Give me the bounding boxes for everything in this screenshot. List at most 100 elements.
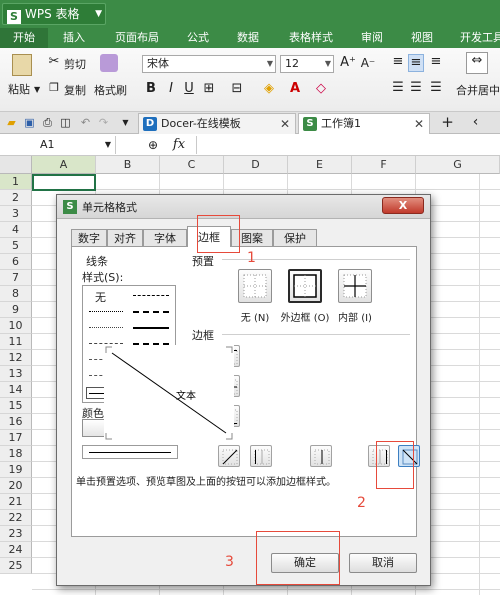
row-header[interactable]: 15 — [0, 398, 32, 414]
tab-table-style[interactable]: 表格样式 — [280, 28, 342, 48]
preset-none-button[interactable] — [238, 269, 272, 303]
row-header[interactable]: 3 — [0, 206, 32, 222]
row-header[interactable]: 4 — [0, 222, 32, 238]
scissors-icon[interactable]: ✂ — [46, 54, 62, 70]
row-header[interactable]: 13 — [0, 366, 32, 382]
selected-cell-a1[interactable] — [32, 174, 96, 191]
format-painter-icon[interactable] — [100, 54, 118, 72]
print-icon[interactable]: ⎙ — [40, 115, 55, 130]
merge-center-icon[interactable]: ⇔ — [466, 52, 488, 74]
row-header[interactable]: 2 — [0, 190, 32, 206]
tab-formulas[interactable]: 公式 — [178, 28, 218, 48]
line-style-option[interactable] — [133, 311, 169, 313]
border-icon[interactable]: ⊞ — [202, 81, 216, 97]
line-style-none[interactable]: 无 — [95, 289, 106, 305]
print-preview-icon[interactable]: ◫ — [58, 115, 73, 130]
undo-icon[interactable]: ↶ — [78, 115, 93, 130]
column-header-c[interactable]: C — [160, 156, 224, 174]
close-icon[interactable]: ✕ — [280, 114, 290, 134]
border-preview[interactable]: 文本 — [104, 345, 234, 441]
clear-format-icon[interactable]: ◇ — [314, 81, 328, 97]
border-middle-v-button[interactable] — [310, 445, 332, 467]
row-header[interactable]: 17 — [0, 430, 32, 446]
copy-button[interactable]: 复制 — [64, 82, 86, 98]
align-right-icon[interactable]: ☰ — [428, 80, 444, 96]
bold-button[interactable]: B — [144, 81, 158, 97]
app-menu-button[interactable]: S WPS 表格 ▼ — [2, 3, 106, 25]
scroll-tabs-icon[interactable]: ‹ — [468, 115, 483, 130]
new-tab-icon[interactable]: + — [440, 115, 455, 130]
chevron-down-icon[interactable]: ▼ — [34, 82, 40, 98]
line-style-option[interactable] — [89, 343, 123, 344]
align-top-icon[interactable]: ≡ — [390, 54, 406, 70]
tab-page-layout[interactable]: 页面布局 — [104, 28, 170, 48]
tab-developer[interactable]: 开发工具 — [452, 28, 500, 48]
merge-center-button[interactable]: 合并居中 — [456, 82, 500, 98]
row-header[interactable]: 6 — [0, 254, 32, 270]
row-header[interactable]: 25 — [0, 558, 32, 574]
merge-cells-icon[interactable]: ⊟ — [230, 81, 244, 97]
column-header-b[interactable]: B — [96, 156, 160, 174]
close-button[interactable]: X — [382, 197, 424, 214]
paste-icon[interactable] — [12, 54, 32, 76]
tab-data[interactable]: 数据 — [228, 28, 268, 48]
align-bottom-icon[interactable]: ≡ — [428, 54, 444, 70]
row-header[interactable]: 20 — [0, 478, 32, 494]
row-header[interactable]: 7 — [0, 270, 32, 286]
cancel-button[interactable]: 取消 — [349, 553, 417, 573]
redo-icon[interactable]: ↷ — [96, 115, 111, 130]
row-header[interactable]: 12 — [0, 350, 32, 366]
line-style-option[interactable] — [133, 327, 169, 329]
close-icon[interactable]: ✕ — [414, 114, 424, 134]
preset-outline-button[interactable] — [288, 269, 322, 303]
zoom-icon[interactable]: ⊕ — [146, 137, 160, 153]
open-folder-icon[interactable]: ▰ — [4, 115, 19, 130]
row-header[interactable]: 5 — [0, 238, 32, 254]
tab-number[interactable]: 数字 — [71, 229, 107, 247]
name-box[interactable]: A1 ▼ — [0, 136, 116, 154]
column-header-g[interactable]: G — [416, 156, 500, 174]
row-header[interactable]: 19 — [0, 462, 32, 478]
format-painter-button[interactable]: 格式刷 — [94, 82, 127, 98]
row-header[interactable]: 21 — [0, 494, 32, 510]
row-header[interactable]: 1 — [0, 174, 32, 190]
underline-button[interactable]: U — [182, 81, 196, 97]
tab-alignment[interactable]: 对齐 — [107, 229, 143, 247]
column-header-a[interactable]: A — [32, 156, 96, 174]
row-header[interactable]: 22 — [0, 510, 32, 526]
align-left-icon[interactable]: ☰ — [390, 80, 406, 96]
font-size-select[interactable]: 12 ▼ — [280, 55, 334, 73]
line-style-option[interactable] — [89, 311, 123, 312]
column-header-f[interactable]: F — [352, 156, 416, 174]
increase-font-icon[interactable]: A⁺ — [340, 55, 356, 71]
border-left-button[interactable] — [250, 445, 272, 467]
formula-input[interactable] — [196, 136, 500, 154]
row-header[interactable]: 11 — [0, 334, 32, 350]
row-header[interactable]: 8 — [0, 286, 32, 302]
preset-inside-button[interactable] — [338, 269, 372, 303]
border-diagonal-up-button[interactable] — [218, 445, 240, 467]
row-header[interactable]: 24 — [0, 542, 32, 558]
font-color-icon[interactable]: A — [288, 81, 302, 97]
chevron-down-icon[interactable]: ▼ — [118, 115, 133, 130]
row-header[interactable]: 10 — [0, 318, 32, 334]
row-header[interactable]: 9 — [0, 302, 32, 318]
tab-home[interactable]: 开始 — [0, 28, 48, 48]
fill-color-icon[interactable]: ◈ — [262, 81, 276, 97]
column-header-d[interactable]: D — [224, 156, 288, 174]
tab-review[interactable]: 审阅 — [352, 28, 392, 48]
select-all-corner[interactable] — [0, 156, 32, 174]
doc-tab-docer[interactable]: D Docer-在线模板 ✕ — [138, 113, 296, 134]
save-icon[interactable]: ▣ — [22, 115, 37, 130]
font-name-select[interactable]: 宋体 ▼ — [142, 55, 276, 73]
row-header[interactable]: 23 — [0, 526, 32, 542]
dialog-title-bar[interactable]: S 单元格格式 X — [57, 195, 430, 219]
align-center-icon[interactable]: ☰ — [408, 80, 424, 96]
row-header[interactable]: 14 — [0, 382, 32, 398]
line-style-option[interactable] — [133, 295, 169, 296]
decrease-font-icon[interactable]: A⁻ — [360, 55, 376, 71]
copy-icon[interactable]: ❐ — [46, 80, 62, 96]
row-header[interactable]: 18 — [0, 446, 32, 462]
tab-insert[interactable]: 插入 — [52, 28, 96, 48]
tab-protection[interactable]: 保护 — [273, 229, 317, 247]
